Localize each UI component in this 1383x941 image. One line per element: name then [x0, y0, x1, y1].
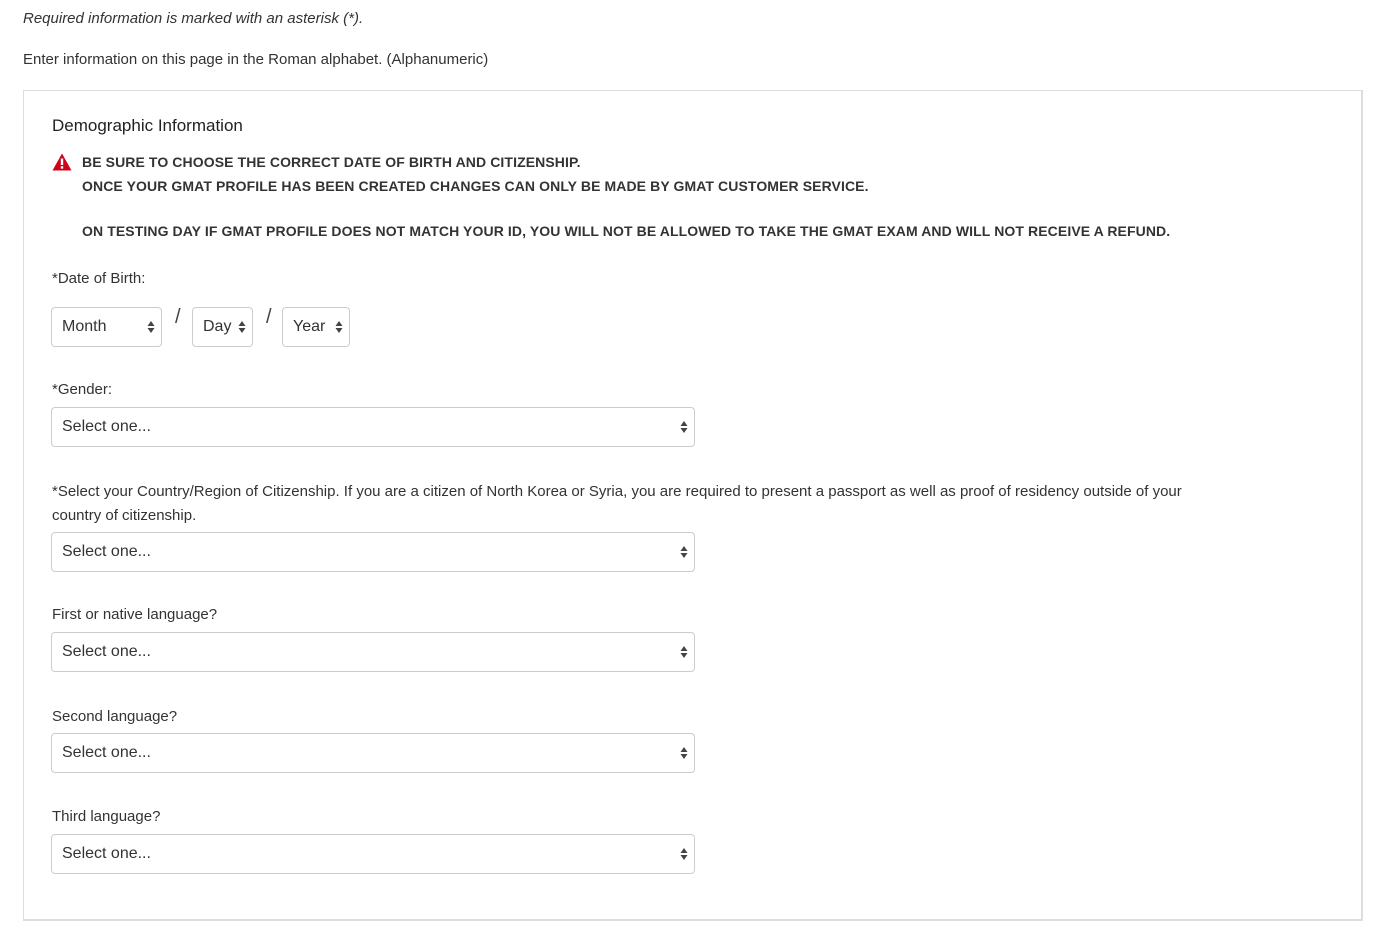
citizenship-label-line-1: *Select your Country/Region of Citizensh… [52, 483, 1182, 500]
first-language-select[interactable]: Select one... [51, 632, 695, 672]
warning-line-1: BE SURE TO CHOOSE THE CORRECT DATE OF BI… [82, 154, 581, 170]
select-arrows-icon [238, 321, 246, 333]
dob-day-value: Day [203, 318, 232, 335]
third-language-select[interactable]: Select one... [51, 834, 695, 874]
select-arrows-icon [680, 747, 688, 759]
second-language-label: Second language? [52, 708, 178, 725]
dob-day-select[interactable]: Day [192, 307, 253, 347]
citizenship-value: Select one... [62, 543, 151, 560]
warning-triangle-icon [52, 153, 72, 171]
gender-label: *Gender: [52, 381, 113, 398]
dob-year-select[interactable]: Year [282, 307, 350, 347]
second-language-select[interactable]: Select one... [51, 733, 695, 773]
select-arrows-icon [147, 321, 155, 333]
dob-separator: / [266, 306, 272, 328]
dob-month-value: Month [62, 318, 107, 335]
first-language-value: Select one... [62, 643, 151, 660]
dob-label: *Date of Birth: [52, 270, 146, 287]
second-language-value: Select one... [62, 744, 151, 761]
warning-line-3: ON TESTING DAY IF GMAT PROFILE DOES NOT … [82, 223, 1171, 239]
dob-month-select[interactable]: Month [51, 307, 162, 347]
third-language-label: Third language? [52, 808, 161, 825]
select-arrows-icon [680, 646, 688, 658]
section-title: Demographic Information [52, 116, 243, 135]
warning-line-2: ONCE YOUR GMAT PROFILE HAS BEEN CREATED … [82, 178, 869, 194]
select-arrows-icon [680, 421, 688, 433]
dob-separator: / [175, 306, 181, 328]
select-arrows-icon [680, 546, 688, 558]
citizenship-select[interactable]: Select one... [51, 532, 695, 572]
demographic-panel: Demographic Information BE SURE TO CHOOS… [23, 90, 1363, 921]
alphabet-note: Enter information on this page in the Ro… [23, 51, 489, 68]
first-language-label: First or native language? [52, 606, 218, 623]
select-arrows-icon [335, 321, 343, 333]
required-note: Required information is marked with an a… [23, 10, 364, 27]
third-language-value: Select one... [62, 845, 151, 862]
select-arrows-icon [680, 848, 688, 860]
dob-year-value: Year [293, 318, 326, 335]
gender-select[interactable]: Select one... [51, 407, 695, 447]
gender-value: Select one... [62, 418, 151, 435]
citizenship-label-line-2: country of citizenship. [52, 507, 197, 524]
